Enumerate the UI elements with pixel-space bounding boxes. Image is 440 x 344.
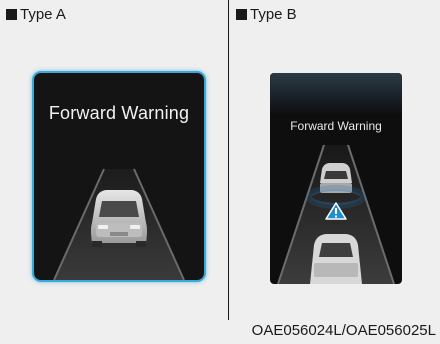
car-icon: [91, 190, 147, 247]
page: Type A Type B Forward Warning Forward Wa…: [0, 0, 440, 344]
vertical-divider: [228, 0, 229, 320]
bullet-square-icon: [6, 9, 17, 20]
type-a-road-scene: [53, 168, 185, 280]
type-b-cluster-display: Forward Warning: [270, 73, 402, 284]
type-b-road-scene: [277, 144, 395, 284]
type-a-label: Type A: [20, 6, 66, 23]
figure-code: OAE056024L/OAE056025L: [251, 322, 436, 339]
type-b-heading: Type B: [236, 6, 297, 23]
type-b-label: Type B: [250, 6, 297, 23]
type-a-heading: Type A: [6, 6, 66, 23]
bullet-square-icon: [236, 9, 247, 20]
type-a-cluster-display: Forward Warning: [32, 71, 206, 282]
own-car-icon: [310, 234, 362, 284]
